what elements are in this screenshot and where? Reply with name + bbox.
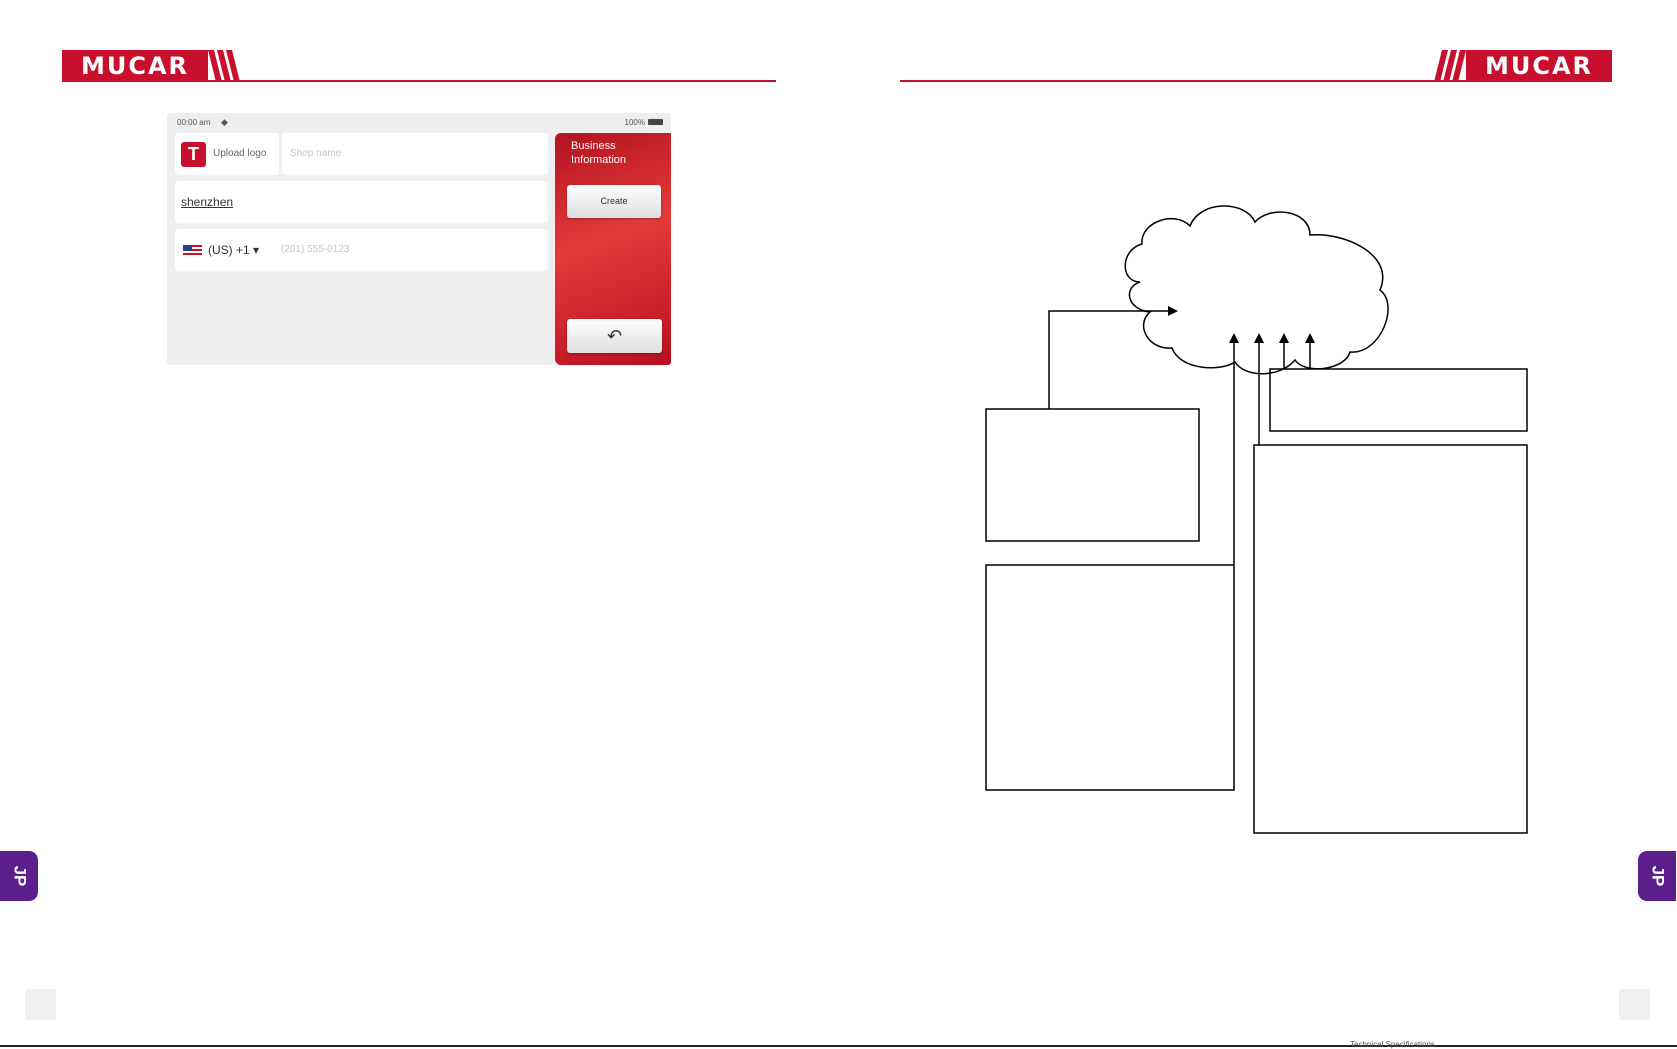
network-diagram bbox=[985, 205, 1528, 834]
diagram-box-2 bbox=[985, 564, 1235, 791]
language-tab-right: JP bbox=[1638, 851, 1676, 901]
language-tab-left: JP bbox=[0, 851, 38, 901]
page-number-right bbox=[1619, 989, 1650, 1020]
diagram-box-1 bbox=[985, 408, 1200, 542]
page-number-left bbox=[25, 989, 56, 1020]
language-tab-label: JP bbox=[1647, 865, 1667, 887]
footer-text: Technical Specifications bbox=[1350, 1040, 1435, 1049]
diagram-box-3 bbox=[1269, 368, 1528, 432]
cloud-shape bbox=[1124, 205, 1389, 375]
diagram-box-4 bbox=[1253, 444, 1528, 834]
language-tab-label: JP bbox=[9, 865, 29, 887]
